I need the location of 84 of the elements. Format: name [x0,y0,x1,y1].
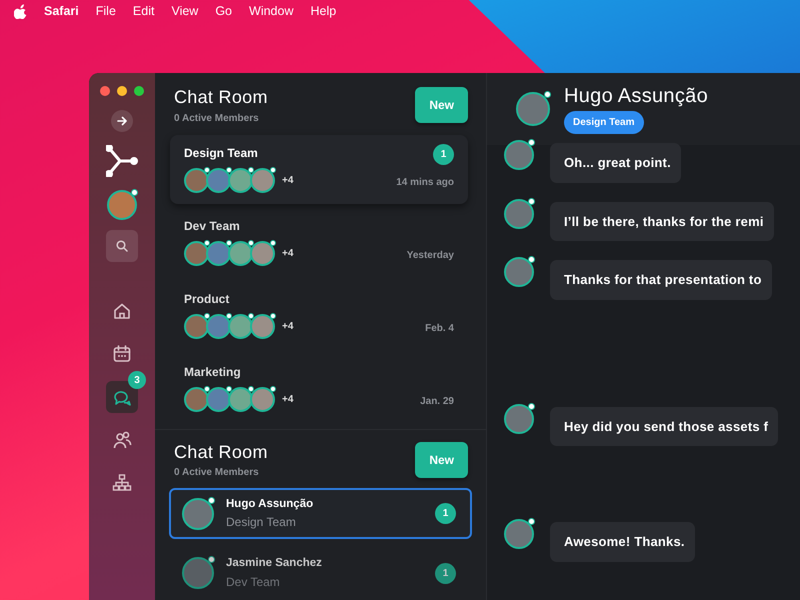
chat-title: Hugo Assunção [564,84,708,106]
contact-avatar [516,92,550,126]
timestamp: Jan. 29 [420,394,454,409]
sender-avatar [504,140,534,170]
member-avatar [250,240,275,266]
member-avatar [206,168,231,193]
more-members-count: +4 [282,392,294,407]
search-button[interactable] [106,230,138,262]
member-avatar [184,240,209,266]
home-icon [112,301,132,321]
sender-avatar [504,404,534,434]
member-avatar [250,386,275,412]
sender-avatar [504,519,534,549]
close-button[interactable] [100,86,110,96]
more-members-count: +4 [282,320,294,334]
expand-button[interactable] [111,110,133,132]
message-bubble: Oh... great point. [550,143,681,182]
sender-avatar [504,257,534,287]
contact-team: Dev Team [226,574,281,591]
unread-badge: 1 [433,144,454,165]
message-bubble: Awesome! Thanks. [550,522,695,562]
contact-item[interactable]: Jasmine Sanchez Dev Team 1 [169,547,472,599]
unread-badge: 1 [435,562,456,584]
member-avatar [228,314,253,339]
member-avatar [228,386,253,412]
new-button[interactable]: New [415,442,468,478]
calendar-icon [112,344,132,364]
menu-item[interactable]: Go [215,2,232,20]
member-count: 0 Active Members [174,466,260,480]
member-avatar [206,314,231,339]
unread-badge: 1 [435,503,456,524]
menu-item[interactable]: File [96,2,116,20]
member-avatar [250,168,275,193]
apple-logo-icon[interactable] [14,4,27,18]
group-item[interactable]: Dev Team +4 Yesterday [170,208,468,277]
more-members-count: +4 [282,174,294,188]
notification-badge: 3 [128,371,146,389]
member-avatar [206,240,231,266]
timestamp: Yesterday [406,248,454,263]
member-avatar [184,168,209,193]
search-icon [116,240,128,252]
group-name: Marketing [184,364,242,381]
timestamp: Feb. 4 [425,322,454,336]
timestamp: 14 mins ago [396,176,454,190]
menu-item[interactable]: Edit [132,2,154,20]
hierarchy-icon [112,473,132,493]
minimize-button[interactable] [117,86,127,96]
user-avatar[interactable] [107,190,137,220]
app-logo-icon [106,145,138,177]
member-avatar [250,314,275,339]
arrow-right-icon [117,116,127,126]
group-name: Product [184,290,230,308]
member-avatar [184,386,209,412]
people-icon [112,430,132,450]
zoom-button[interactable] [134,86,144,96]
message-bubble: Hey did you send those assets f [550,406,778,446]
contact-name: Hugo Assunção [226,497,314,512]
section-title: Chat Room [174,87,268,109]
menu-item[interactable]: Window [249,2,294,20]
section-title: Chat Room [174,442,268,464]
member-avatar [228,168,253,193]
menu-item[interactable]: Help [310,2,336,20]
contact-team: Design Team [226,514,297,532]
group-item[interactable]: Product +4 Feb. 4 [170,280,468,350]
menu-item[interactable]: View [171,2,198,20]
contact-avatar [182,498,214,530]
group-card[interactable]: Design Team +4 1 14 mins ago [170,134,468,204]
member-count: 0 Active Members [174,112,260,126]
contact-avatar [182,557,214,590]
group-name: Design Team [184,144,259,162]
new-button[interactable]: New [415,87,468,123]
menu-item[interactable]: Safari [44,2,79,20]
team-tag: Design Team [564,110,644,134]
contact-name: Jasmine Sanchez [226,556,322,572]
group-item[interactable]: Marketing +4 Jan. 29 [170,354,468,423]
member-avatar [206,386,231,412]
member-avatar [184,314,209,339]
contact-item[interactable]: Hugo Assunção Design Team 1 [169,488,472,540]
message-bubble: I’ll be there, thanks for the remi [550,202,774,241]
sender-avatar [504,198,534,228]
member-avatar [228,240,253,266]
group-name: Dev Team [184,218,241,235]
more-members-count: +4 [282,246,294,261]
message-bubble: Thanks for that presentation to [550,260,772,300]
